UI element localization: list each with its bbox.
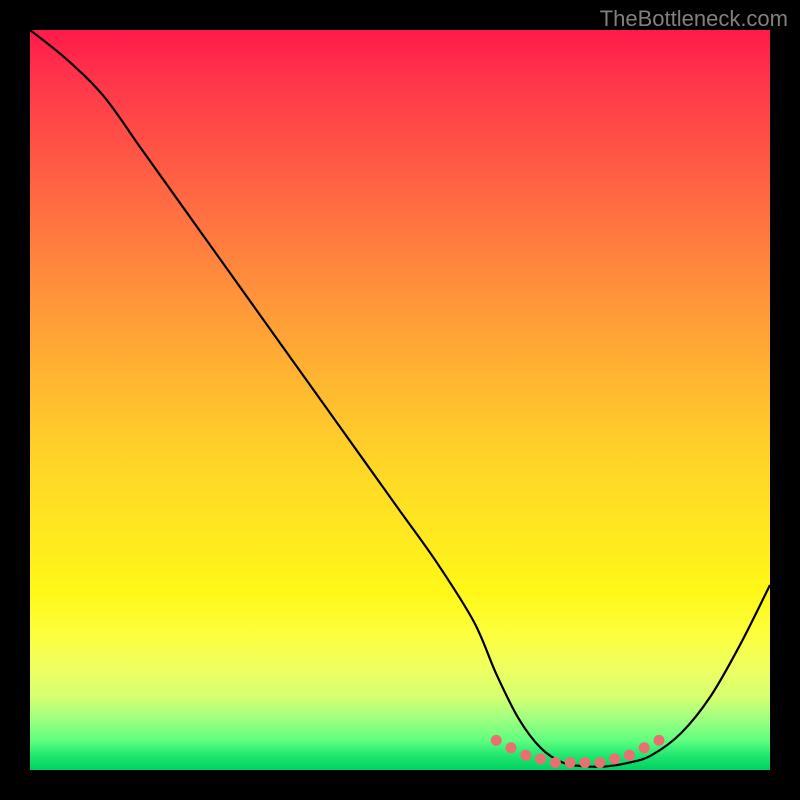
optimal-marker-dot xyxy=(639,742,650,753)
optimal-marker-dot xyxy=(520,750,531,761)
optimal-marker-dot xyxy=(624,750,635,761)
optimal-marker-dot xyxy=(654,735,665,746)
chart-svg xyxy=(30,30,770,770)
optimal-marker-dot xyxy=(535,753,546,764)
watermark-text: TheBottleneck.com xyxy=(600,6,788,32)
optimal-marker-dot xyxy=(506,742,517,753)
chart-plot-area xyxy=(30,30,770,770)
optimal-marker-dot xyxy=(491,735,502,746)
optimal-marker-dot xyxy=(580,757,591,768)
bottleneck-curve-line xyxy=(30,30,770,767)
optimal-marker-dot xyxy=(594,757,605,768)
optimal-marker-dot xyxy=(550,757,561,768)
optimal-range-markers xyxy=(491,735,665,768)
optimal-marker-dot xyxy=(565,757,576,768)
optimal-marker-dot xyxy=(609,753,620,764)
